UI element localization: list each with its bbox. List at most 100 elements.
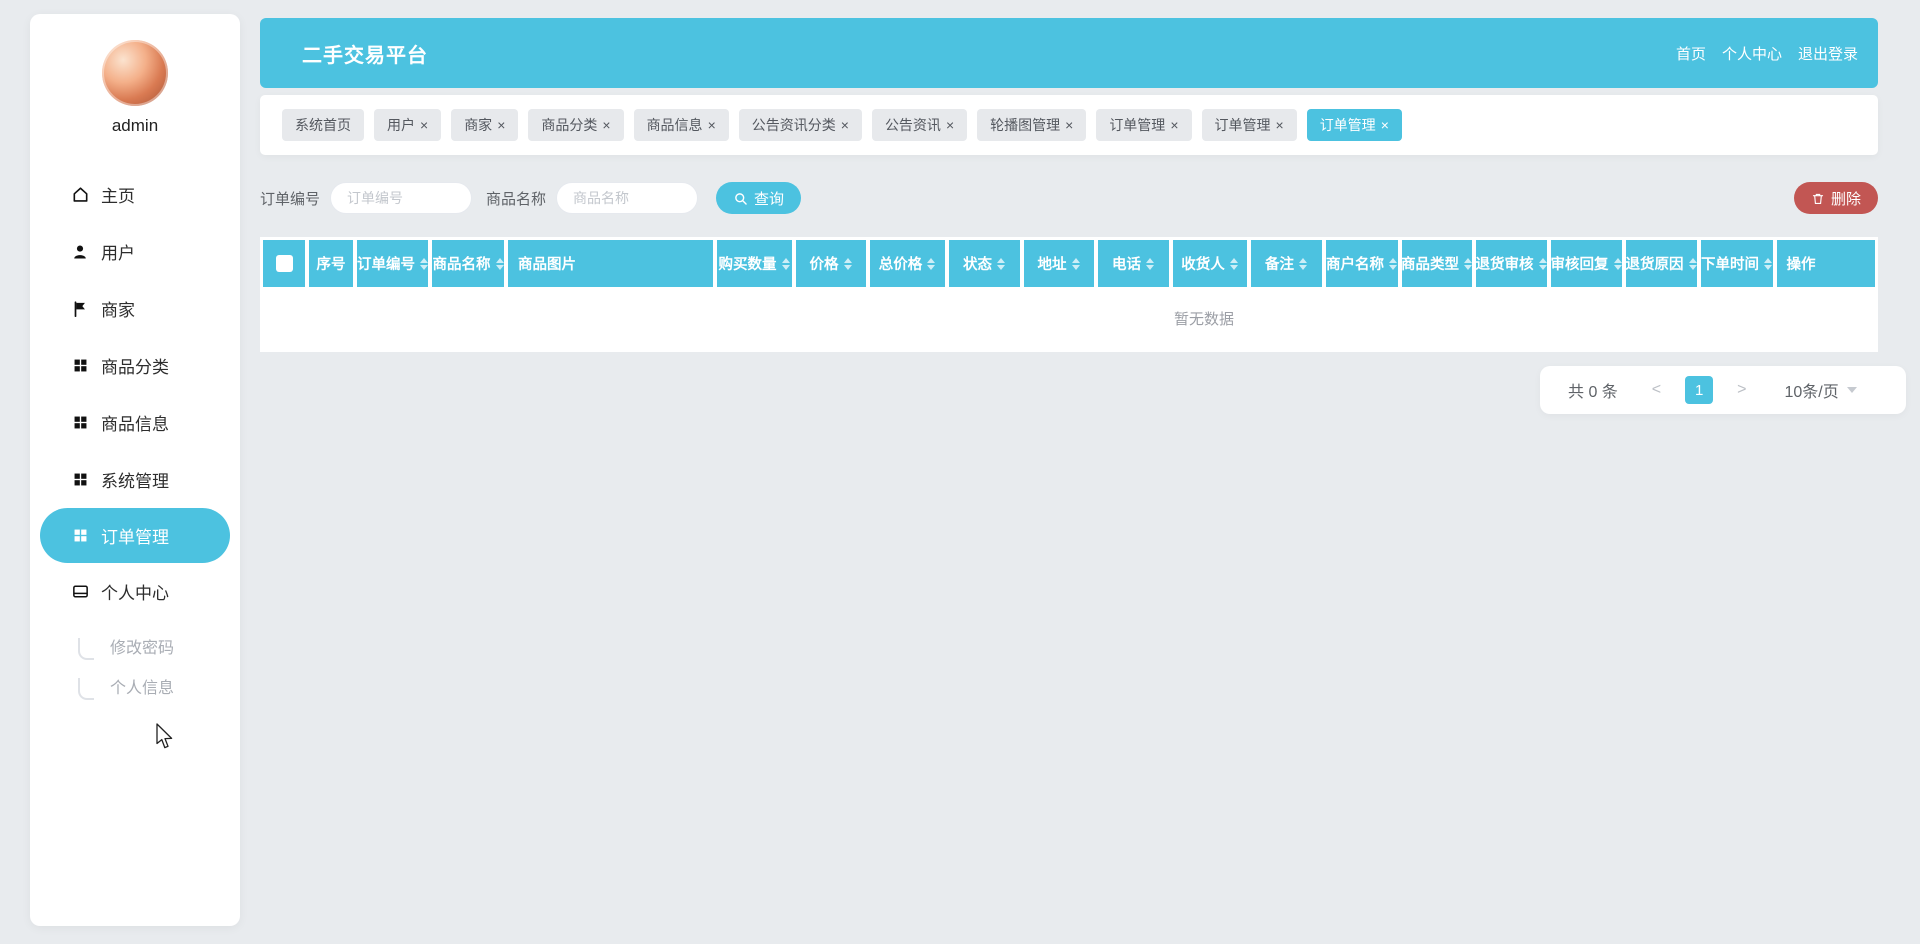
column-header-label: 备注 [1265,257,1294,273]
column-header-16[interactable]: 审核回复 [1550,240,1622,287]
sort-carets-icon[interactable] [1299,257,1307,270]
sort-carets-icon[interactable] [927,257,936,270]
pagination-page-1[interactable]: 1 [1685,376,1714,404]
column-header-18[interactable]: 下单时间 [1700,240,1773,287]
sidebar-item-3[interactable]: 商品分类 [30,337,240,394]
tab-label: 订单管理 [1214,117,1271,133]
sort-carets-icon[interactable] [1071,257,1080,270]
sidebar-item-7[interactable]: 个人中心 [30,563,240,620]
tab-close-icon[interactable]: × [708,118,716,132]
home-icon [70,185,90,205]
tab-close-icon[interactable]: × [602,118,610,132]
column-header-4: 商品图片 [508,240,713,287]
tab-6[interactable]: 公告资讯 × [871,109,968,141]
delete-button[interactable]: 删除 [1793,182,1878,214]
column-header-label: 状态 [963,257,992,273]
table-header-row: 序号 订单编号 商品名称 商品图片 购买数量 价格 总价格 状态 地址 电话 收货人 备注 商户名称 商品… [263,240,1875,287]
tab-5[interactable]: 公告资讯分类 × [738,109,862,141]
tab-label: 订单管理 [1109,117,1166,133]
column-header-6[interactable]: 价格 [795,240,866,287]
sort-carets-icon[interactable] [1389,257,1397,270]
product-name-label: 商品名称 [486,190,547,208]
tab-10[interactable]: 订单管理 × [1306,109,1402,141]
sort-carets-icon[interactable] [1764,257,1772,270]
column-header-2[interactable]: 订单编号 [357,240,428,287]
column-header-19: 操作 [1776,240,1875,287]
column-header-13[interactable]: 商户名称 [1325,240,1398,287]
pagination-prev-button[interactable]: < [1652,381,1661,399]
column-header-9[interactable]: 地址 [1023,240,1094,287]
sort-carets-icon[interactable] [1229,257,1238,270]
sort-carets-icon[interactable] [781,257,790,270]
filter-row: 订单编号 商品名称 查询 删除 [260,180,1878,216]
tab-3[interactable]: 商品分类 × [528,109,624,141]
grid-icon [70,413,90,433]
sidebar-subitem-1[interactable]: 个人信息 [30,666,240,706]
column-header-5[interactable]: 购买数量 [716,240,792,287]
sort-carets-icon[interactable] [1613,257,1622,270]
sort-carets-icon[interactable] [420,257,428,270]
tab-close-icon[interactable]: × [420,118,428,132]
sort-carets-icon[interactable] [495,257,504,270]
tab-close-icon[interactable]: × [841,118,849,132]
column-header-12[interactable]: 备注 [1250,240,1322,287]
tab-close-icon[interactable]: × [1065,118,1073,132]
sort-carets-icon[interactable] [1538,257,1547,270]
search-button[interactable]: 查询 [716,182,802,214]
sidebar-item-1[interactable]: 用户 [30,223,240,280]
tab-label: 系统首页 [295,117,351,133]
column-header-17[interactable]: 退货原因 [1625,240,1697,287]
sidebar-item-6[interactable]: 订单管理 [40,508,230,563]
sidebar-item-5[interactable]: 系统管理 [30,451,240,508]
page-size-select[interactable]: 10条/页 [1784,378,1857,402]
top-link-1[interactable]: 个人中心 [1722,43,1782,64]
search-icon [733,191,748,206]
top-link-0[interactable]: 首页 [1676,43,1706,64]
sort-carets-icon[interactable] [1464,257,1472,270]
username: admin [111,116,159,135]
tab-7[interactable]: 轮播图管理 × [977,109,1087,141]
sidebar-menu: 主页用户商家 商品分类 商品信息 系统管理 订单管理个人中心 [30,166,240,620]
column-header-label: 商品名称 [432,257,491,273]
sidebar-item-0[interactable]: 主页 [30,166,240,223]
column-header-label: 地址 [1037,257,1067,273]
column-header-3[interactable]: 商品名称 [432,240,504,287]
column-header-label: 审核回复 [1550,257,1609,273]
order-no-input[interactable] [330,182,473,214]
sidebar-item-4[interactable]: 商品信息 [30,394,240,451]
column-header-11[interactable]: 收货人 [1172,240,1247,287]
sidebar-item-2[interactable]: 商家 [30,280,240,337]
sidebar-item-label: 个人中心 [101,584,169,603]
column-header-15[interactable]: 退货审核 [1475,240,1547,287]
column-header-10[interactable]: 电话 [1097,240,1169,287]
tab-close-icon[interactable]: × [1381,118,1389,132]
sort-carets-icon[interactable] [997,257,1005,270]
tab-close-icon[interactable]: × [1170,118,1178,132]
tab-label: 用户 [387,117,415,133]
sort-carets-icon[interactable] [1688,257,1697,270]
tab-close-icon[interactable]: × [497,118,505,132]
tab-1[interactable]: 用户 × [374,109,442,141]
tab-close-icon[interactable]: × [946,118,954,132]
column-header-8[interactable]: 状态 [948,240,1020,287]
sort-carets-icon[interactable] [1146,257,1154,270]
column-header-14[interactable]: 商品类型 [1401,240,1472,287]
tab-label: 公告资讯 [884,117,941,133]
page-title: 二手交易平台 [302,44,428,67]
tab-9[interactable]: 订单管理 × [1201,109,1297,141]
tab-8[interactable]: 订单管理 × [1096,109,1192,141]
sidebar-item-label: 用户 [101,244,135,263]
select-all-checkbox[interactable] [275,255,293,272]
pagination-next-button[interactable]: > [1737,381,1746,399]
column-header-7[interactable]: 总价格 [869,240,945,287]
product-name-input[interactable] [556,182,699,214]
tab-close-icon[interactable]: × [1276,118,1284,132]
tab-0[interactable]: 系统首页 [282,109,364,141]
tab-4[interactable]: 商品信息 × [633,109,729,141]
sort-carets-icon[interactable] [843,257,852,270]
tab-2[interactable]: 商家 × [451,109,519,141]
column-header-label: 电话 [1112,257,1141,273]
top-link-2[interactable]: 退出登录 [1798,43,1858,64]
sidebar-subitem-0[interactable]: 修改密码 [30,626,240,666]
tab-label: 商品信息 [646,117,703,133]
